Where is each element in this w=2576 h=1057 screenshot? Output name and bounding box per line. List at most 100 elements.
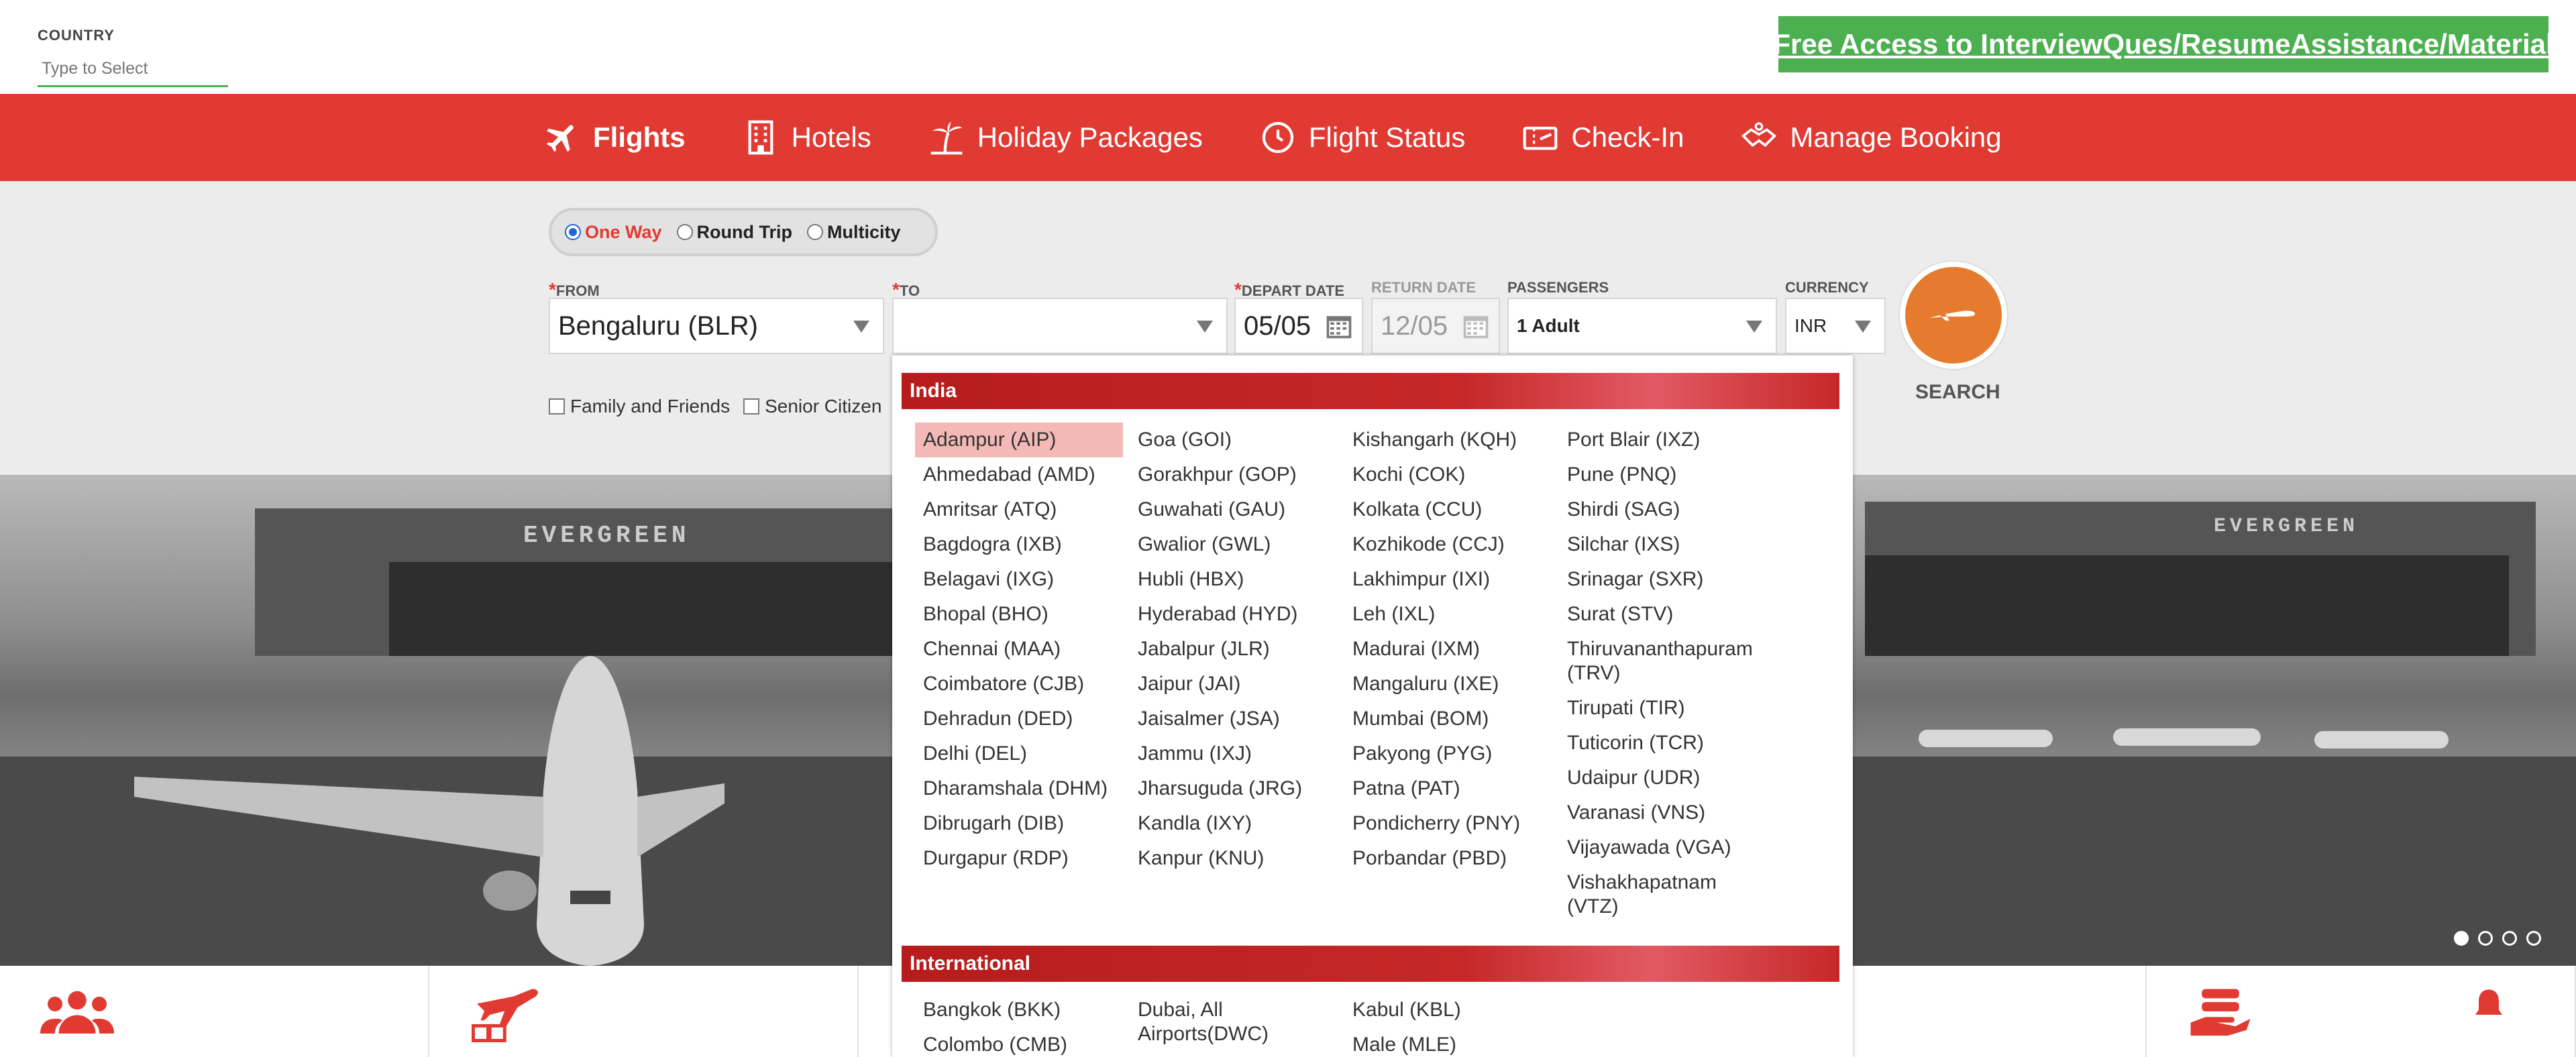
- city-option[interactable]: Chennai (MAA): [915, 632, 1123, 667]
- trip-round-trip[interactable]: Round Trip: [676, 221, 793, 243]
- main-nav: Flights Hotels Holiday Packages Flight S…: [0, 94, 2576, 181]
- country-label: COUNTRY: [38, 27, 115, 44]
- city-option[interactable]: Patna (PAT): [1344, 771, 1552, 806]
- one-way-radio[interactable]: [565, 224, 581, 240]
- city-option[interactable]: Durgapur (RDP): [915, 841, 1123, 876]
- multicity-radio[interactable]: [807, 224, 824, 240]
- nav-flight-status-label: Flight Status: [1308, 121, 1466, 153]
- search-button[interactable]: [1900, 262, 2007, 369]
- round-trip-label: Round Trip: [696, 221, 793, 242]
- city-option[interactable]: Pakyong (PYG): [1344, 736, 1552, 771]
- city-option[interactable]: Vishakhapatnam (VTZ): [1559, 865, 1767, 924]
- region-header-international: International: [902, 946, 1839, 982]
- city-option[interactable]: Male (MLE): [1344, 1027, 1552, 1057]
- city-option[interactable]: Delhi (DEL): [915, 736, 1123, 771]
- nav-holiday-packages[interactable]: Holiday Packages: [928, 119, 1203, 156]
- city-option[interactable]: Kishangarh (KQH): [1344, 423, 1552, 457]
- city-option[interactable]: Mangaluru (IXE): [1344, 667, 1552, 702]
- quick-link-cargo[interactable]: [429, 966, 859, 1057]
- city-option[interactable]: Udaipur (UDR): [1559, 761, 1767, 795]
- nav-manage-booking[interactable]: Manage Booking: [1740, 119, 2002, 156]
- trip-multicity[interactable]: Multicity: [807, 222, 901, 243]
- city-option[interactable]: Jabalpur (JLR): [1130, 632, 1338, 667]
- city-option[interactable]: Mumbai (BOM): [1344, 702, 1552, 736]
- calendar-icon[interactable]: [1324, 311, 1354, 341]
- city-option[interactable]: Bangkok (BKK): [915, 993, 1123, 1027]
- carousel-dot[interactable]: [2454, 931, 2469, 946]
- city-option[interactable]: Adampur (AIP): [915, 423, 1123, 457]
- round-trip-radio[interactable]: [676, 224, 693, 240]
- senior-citizen-option[interactable]: Senior Citizen: [743, 396, 881, 417]
- carousel-dot[interactable]: [2502, 931, 2517, 946]
- city-option[interactable]: Belagavi (IXG): [915, 562, 1123, 597]
- city-option[interactable]: Kochi (COK): [1344, 457, 1552, 492]
- city-option[interactable]: Pondicherry (PNY): [1344, 806, 1552, 841]
- depart-date-input[interactable]: 05/05: [1234, 298, 1363, 354]
- nav-flights[interactable]: Flights: [543, 119, 686, 156]
- city-option[interactable]: Thiruvananthapuram (TRV): [1559, 632, 1767, 691]
- city-option[interactable]: Kolkata (CCU): [1344, 492, 1552, 527]
- city-option[interactable]: Porbandar (PBD): [1344, 841, 1552, 876]
- city-option[interactable]: Jharsuguda (JRG): [1130, 771, 1338, 806]
- city-option[interactable]: Dehradun (DED): [915, 702, 1123, 736]
- city-option[interactable]: Ahmedabad (AMD): [915, 457, 1123, 492]
- from-select[interactable]: Bengaluru (BLR): [549, 298, 884, 354]
- city-option[interactable]: Guwahati (GAU): [1130, 492, 1338, 527]
- city-option[interactable]: Amritsar (ATQ): [915, 492, 1123, 527]
- city-option[interactable]: Varanasi (VNS): [1559, 795, 1767, 830]
- city-option[interactable]: Coimbatore (CJB): [915, 667, 1123, 702]
- city-option[interactable]: Dibrugarh (DIB): [915, 806, 1123, 841]
- city-option[interactable]: Dubai, All Airports(DWC): [1130, 993, 1338, 1052]
- city-option[interactable]: Lakhimpur (IXI): [1344, 562, 1552, 597]
- senior-citizen-checkbox[interactable]: [743, 398, 760, 414]
- city-option[interactable]: Silchar (IXS): [1559, 527, 1767, 562]
- carousel-dot[interactable]: [2478, 931, 2493, 946]
- family-friends-checkbox[interactable]: [549, 398, 565, 414]
- city-option[interactable]: Goa (GOI): [1130, 423, 1338, 457]
- city-option[interactable]: Jaisalmer (JSA): [1130, 702, 1338, 736]
- city-option[interactable]: Srinagar (SXR): [1559, 562, 1767, 597]
- trip-one-way[interactable]: One Way: [565, 222, 662, 243]
- city-option[interactable]: Shirdi (SAG): [1559, 492, 1767, 527]
- city-option[interactable]: Leh (IXL): [1344, 597, 1552, 632]
- city-option[interactable]: Tuticorin (TCR): [1559, 726, 1767, 761]
- city-column: Goa (GOI) Gorakhpur (GOP) Guwahati (GAU) Gw…: [1130, 423, 1338, 876]
- quick-link-groups[interactable]: [0, 966, 429, 1057]
- city-option[interactable]: Hubli (HBX): [1130, 562, 1338, 597]
- quick-link-6[interactable]: [2147, 966, 2576, 1057]
- to-select[interactable]: [892, 298, 1228, 354]
- city-option[interactable]: Dharamshala (DHM): [915, 771, 1123, 806]
- family-friends-option[interactable]: Family and Friends: [549, 396, 730, 417]
- city-option[interactable]: Jammu (IXJ): [1130, 736, 1338, 771]
- city-option[interactable]: Surat (STV): [1559, 597, 1767, 632]
- city-option[interactable]: Colombo (CMB): [915, 1027, 1123, 1057]
- city-option[interactable]: Pune (PNQ): [1559, 457, 1767, 492]
- city-option[interactable]: Bhopal (BHO): [915, 597, 1123, 632]
- city-option[interactable]: Kozhikode (CCJ): [1344, 527, 1552, 562]
- country-input[interactable]: [38, 56, 228, 87]
- return-date-input[interactable]: 12/05: [1371, 298, 1500, 354]
- nav-flight-status[interactable]: Flight Status: [1259, 119, 1465, 156]
- nav-hotels-label: Hotels: [791, 121, 871, 153]
- city-option[interactable]: Kanpur (KNU): [1130, 841, 1338, 876]
- region-header-india: India: [902, 373, 1839, 409]
- carousel-dot[interactable]: [2526, 931, 2541, 946]
- city-option[interactable]: Gorakhpur (GOP): [1130, 457, 1338, 492]
- city-option[interactable]: Vijayawada (VGA): [1559, 830, 1767, 865]
- city-option[interactable]: Gwalior (GWL): [1130, 527, 1338, 562]
- city-option[interactable]: Tirupati (TIR): [1559, 691, 1767, 726]
- city-option[interactable]: Kandla (IXY): [1130, 806, 1338, 841]
- city-option[interactable]: Bagdogra (IXB): [915, 527, 1123, 562]
- calendar-icon[interactable]: [1461, 311, 1491, 341]
- passengers-select[interactable]: 1 Adult: [1507, 298, 1777, 354]
- city-option[interactable]: Port Blair (IXZ): [1559, 423, 1767, 457]
- nav-hotels[interactable]: Hotels: [742, 119, 871, 156]
- city-option[interactable]: Madurai (IXM): [1344, 632, 1552, 667]
- city-option[interactable]: Hyderabad (HYD): [1130, 597, 1338, 632]
- handshake-icon: [1741, 122, 1777, 148]
- currency-select[interactable]: INR: [1785, 298, 1886, 354]
- nav-check-in[interactable]: Check-In: [1521, 119, 1684, 156]
- city-option[interactable]: Kabul (KBL): [1344, 993, 1552, 1027]
- city-option[interactable]: Jaipur (JAI): [1130, 667, 1338, 702]
- promo-link[interactable]: Free Access to InterviewQues/ResumeAssis…: [1773, 16, 2554, 72]
